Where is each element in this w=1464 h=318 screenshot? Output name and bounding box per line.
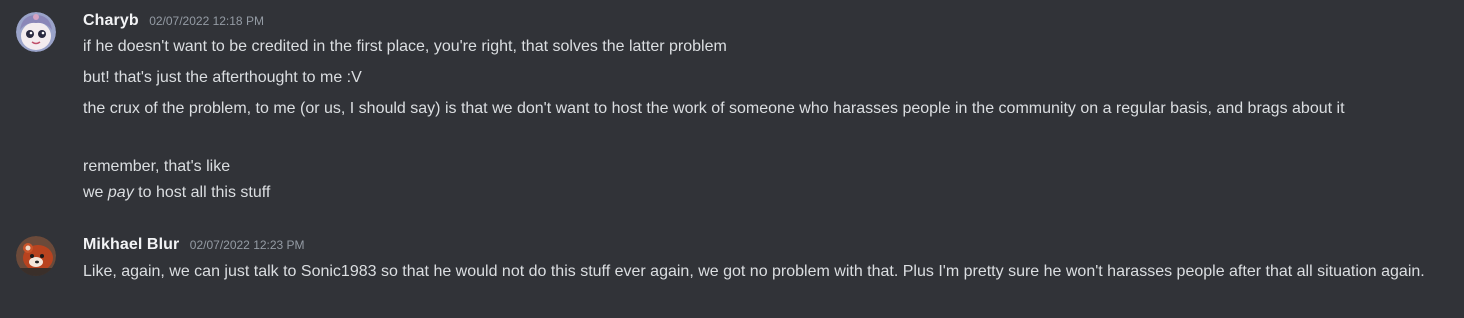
- message-line: Like, again, we can just talk to Sonic19…: [83, 263, 1425, 280]
- message-header: Mikhael Blur 02/07/2022 12:23 PM: [83, 236, 305, 254]
- timestamp: 02/07/2022 12:23 PM: [189, 238, 305, 252]
- username[interactable]: Mikhael Blur: [83, 236, 179, 253]
- message-group-mikhael-blur: Mikhael Blur 02/07/2022 12:23 PM Like, a…: [0, 0, 1464, 318]
- red-panda-avatar-icon[interactable]: [16, 236, 56, 276]
